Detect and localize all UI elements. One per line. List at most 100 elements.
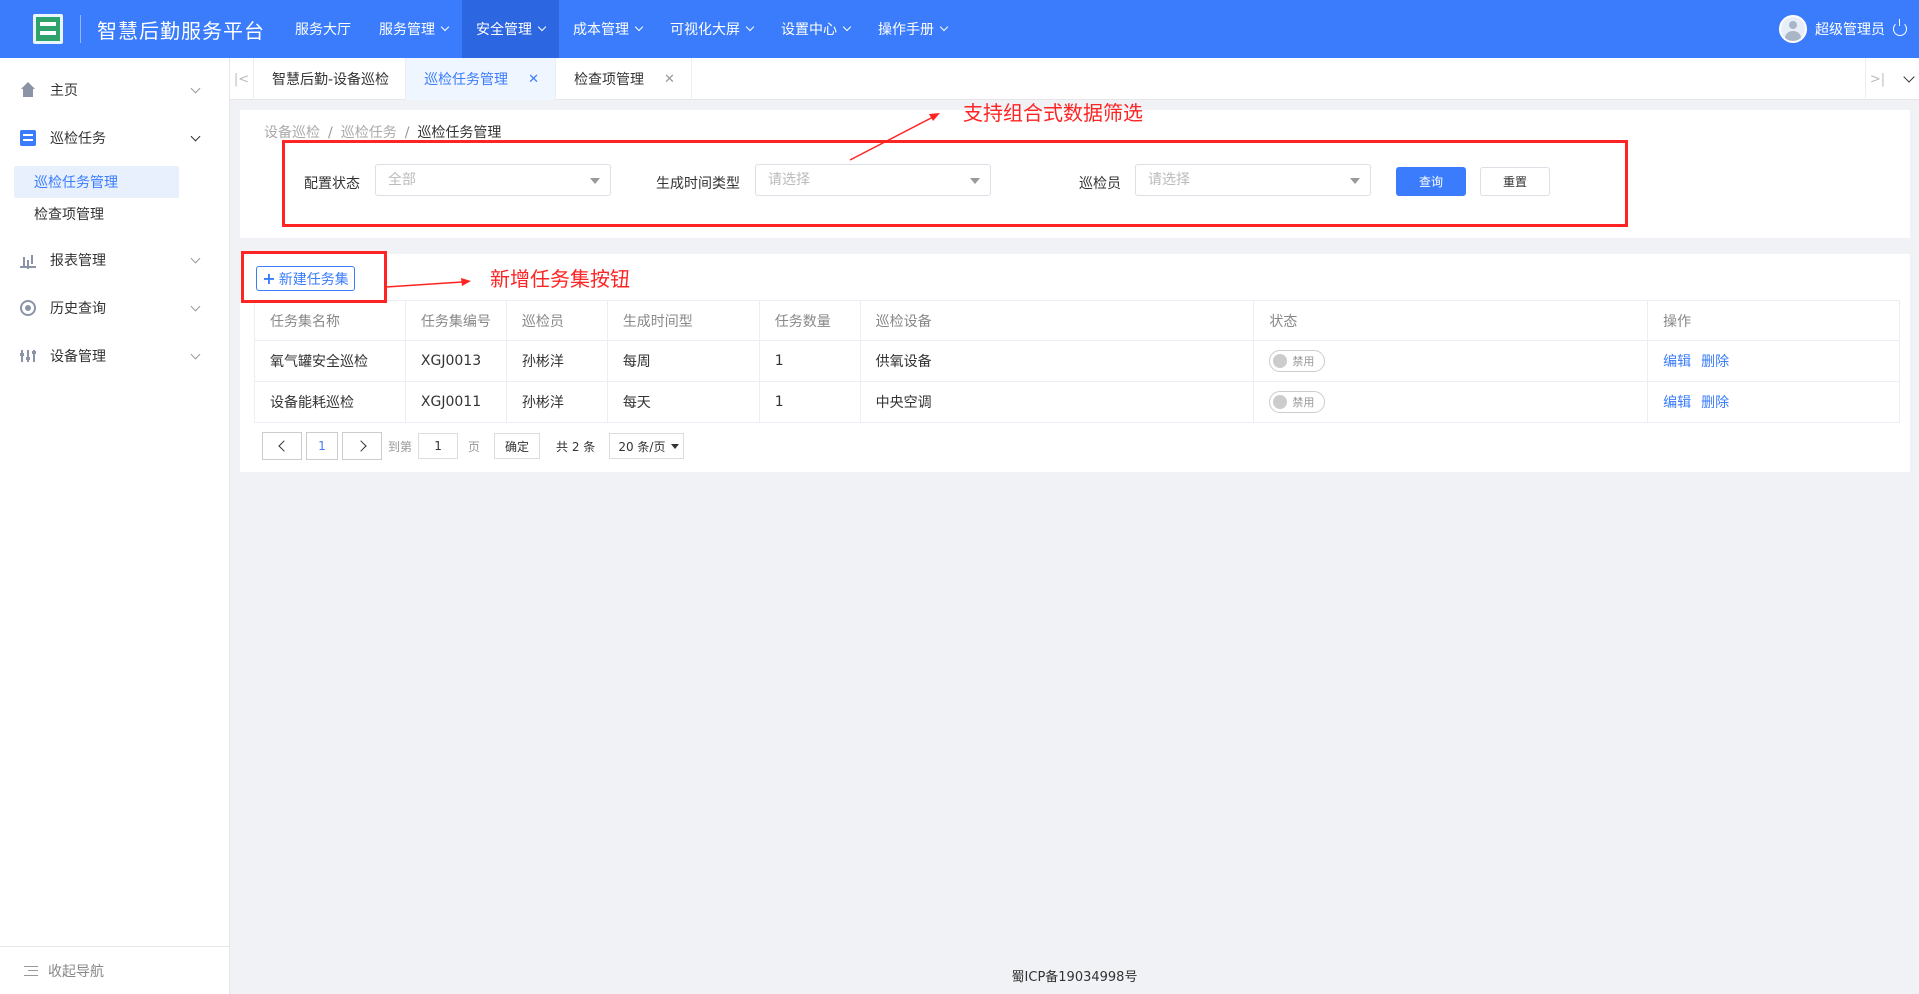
chevron-down-icon <box>634 22 644 32</box>
collapse-nav-label: 收起导航 <box>48 963 104 980</box>
goto-page-input[interactable] <box>418 433 459 459</box>
tab-check-items[interactable]: 检查项管理 ✕ <box>556 58 692 100</box>
column-header: 任务数量 <box>759 300 861 341</box>
chevron-down-icon <box>537 22 547 32</box>
column-header: 任务集编号 <box>405 300 507 341</box>
nav-item-cost-management[interactable]: 成本管理 <box>559 0 656 58</box>
cell-status: 禁用 <box>1253 340 1649 382</box>
sidebar-item-label: 报表管理 <box>50 253 106 269</box>
tab-device-inspection[interactable]: 智慧后勤-设备巡检 <box>254 58 407 100</box>
pagination: 1 到第 页 确定 共 2 条 20 条/页 <box>262 432 685 460</box>
sidebar-item-devices[interactable]: 设备管理 <box>0 332 229 380</box>
column-header: 生成时间型 <box>607 300 760 341</box>
sidebar-item-label: 巡检任务 <box>50 131 106 147</box>
tab-scroll-left-icon[interactable]: |< <box>230 58 254 100</box>
sidebar-item-inspection-tasks[interactable]: 巡检任务 <box>0 114 229 162</box>
delete-link[interactable]: 删除 <box>1701 354 1729 370</box>
status-toggle[interactable]: 禁用 <box>1269 391 1326 413</box>
nav-label: 可视化大屏 <box>670 22 740 38</box>
tab-bar: |< 智慧后勤-设备巡检 巡检任务管理 ✕ 检查项管理 ✕ >| <box>230 58 1919 100</box>
top-navbar: 智慧后勤服务平台 服务大厅 服务管理 安全管理 成本管理 可视化大屏 设置中心 … <box>0 0 1919 58</box>
sidebar-subitem-label: 巡检任务管理 <box>34 175 118 191</box>
power-icon[interactable] <box>1893 19 1907 36</box>
chevron-left-icon <box>277 440 290 452</box>
tab-label: 智慧后勤-设备巡检 <box>272 72 390 88</box>
cell-task-count: 1 <box>759 340 861 382</box>
cell-inspector: 孙彬洋 <box>506 340 608 382</box>
nav-item-service-management[interactable]: 服务管理 <box>365 0 462 58</box>
caret-down-icon <box>671 443 680 449</box>
goto-confirm-button[interactable]: 确定 <box>494 433 541 459</box>
column-header: 巡检设备 <box>860 300 1255 341</box>
table-row: 氧气罐安全巡检 XGJ0013 孙彬洋 每周 1 供氧设备 禁用 编辑 删除 <box>254 340 1900 382</box>
nav-label: 设置中心 <box>781 22 837 38</box>
cell-actions: 编辑 删除 <box>1647 340 1900 382</box>
chevron-down-icon <box>440 22 450 32</box>
cell-task-set-code: XGJ0011 <box>405 381 507 423</box>
sidebar-subitem-task-management[interactable]: 巡检任务管理 <box>14 166 179 198</box>
sidebar-item-history[interactable]: 历史查询 <box>0 284 229 332</box>
history-search-icon <box>20 300 36 316</box>
delete-link[interactable]: 删除 <box>1701 395 1729 411</box>
cell-status: 禁用 <box>1253 381 1649 423</box>
nav-label: 服务大厅 <box>295 22 351 38</box>
toggle-knob <box>1273 395 1288 409</box>
nav-item-settings-center[interactable]: 设置中心 <box>767 0 864 58</box>
nav-item-service-hall[interactable]: 服务大厅 <box>281 0 365 58</box>
task-list-icon <box>20 130 36 146</box>
breadcrumb-item[interactable]: 设备巡检 <box>264 125 320 141</box>
edit-link[interactable]: 编辑 <box>1663 354 1691 370</box>
chevron-down-icon <box>190 131 201 142</box>
cell-task-set-name: 氧气罐安全巡检 <box>254 340 406 382</box>
bar-chart-icon <box>20 252 36 268</box>
table-header-row: 任务集名称 任务集编号 巡检员 生成时间型 任务数量 巡检设备 状态 操作 <box>254 300 1900 341</box>
cell-device: 供氧设备 <box>860 340 1255 382</box>
chevron-down-icon[interactable] <box>1903 71 1915 83</box>
chevron-down-icon <box>939 22 949 32</box>
logo-icon <box>33 14 63 44</box>
prev-page-button[interactable] <box>262 432 302 460</box>
add-button-highlight-box <box>241 251 387 303</box>
nav-item-visual-screen[interactable]: 可视化大屏 <box>656 0 767 58</box>
filter-annotation-text: 支持组合式数据筛选 <box>963 101 1143 125</box>
tab-task-management[interactable]: 巡检任务管理 ✕ <box>406 58 556 100</box>
nav-item-security-management[interactable]: 安全管理 <box>462 0 559 58</box>
page-size-value: 20 条/页 <box>618 439 666 454</box>
sidebar-subitem-check-items[interactable]: 检查项管理 <box>14 198 179 230</box>
close-icon[interactable]: ✕ <box>528 72 539 87</box>
page-number-button[interactable]: 1 <box>306 432 338 460</box>
status-toggle-label: 禁用 <box>1292 355 1315 368</box>
status-toggle[interactable]: 禁用 <box>1269 350 1326 372</box>
chevron-down-icon <box>745 22 755 32</box>
avatar[interactable] <box>1779 15 1807 43</box>
brand-title: 智慧后勤服务平台 <box>97 18 265 43</box>
home-icon <box>20 82 36 98</box>
edit-link[interactable]: 编辑 <box>1663 395 1691 411</box>
icp-footer: 蜀ICP备19034998号 <box>1011 970 1138 985</box>
sidebar: 主页 巡检任务 巡检任务管理 检查项管理 报表管理 历史查询 设备管理 收起导航 <box>0 58 230 994</box>
chevron-right-icon <box>354 440 367 452</box>
tab-label: 检查项管理 <box>573 72 644 88</box>
breadcrumb-item[interactable]: 巡检任务 <box>341 125 397 141</box>
tab-list: 智慧后勤-设备巡检 巡检任务管理 ✕ 检查项管理 ✕ <box>254 58 692 100</box>
nav-item-user-manual[interactable]: 操作手册 <box>864 0 961 58</box>
brand-divider <box>80 15 81 43</box>
user-name[interactable]: 超级管理员 <box>1815 19 1885 39</box>
nav-label: 安全管理 <box>476 22 532 38</box>
column-header: 操作 <box>1647 300 1900 341</box>
close-icon[interactable]: ✕ <box>664 72 675 87</box>
page-size-select[interactable]: 20 条/页 <box>609 433 685 459</box>
next-page-button[interactable] <box>342 432 382 460</box>
nav-label: 成本管理 <box>573 22 629 38</box>
sidebar-item-label: 设备管理 <box>50 349 106 365</box>
task-set-table: 任务集名称 任务集编号 巡检员 生成时间型 任务数量 巡检设备 状态 操作 氧气… <box>254 300 1900 423</box>
chevron-down-icon <box>190 349 201 360</box>
tab-scroll-right-icon[interactable]: >| <box>1865 58 1889 100</box>
sidebar-item-home[interactable]: 主页 <box>0 66 229 114</box>
user-menu[interactable]: 超级管理员 <box>1779 0 1907 58</box>
cell-device: 中央空调 <box>860 381 1255 423</box>
breadcrumb-current: 巡检任务管理 <box>417 125 502 141</box>
nav-label: 服务管理 <box>379 22 435 38</box>
collapse-nav-button[interactable]: 收起导航 <box>0 946 230 994</box>
sidebar-item-reports[interactable]: 报表管理 <box>0 236 229 284</box>
